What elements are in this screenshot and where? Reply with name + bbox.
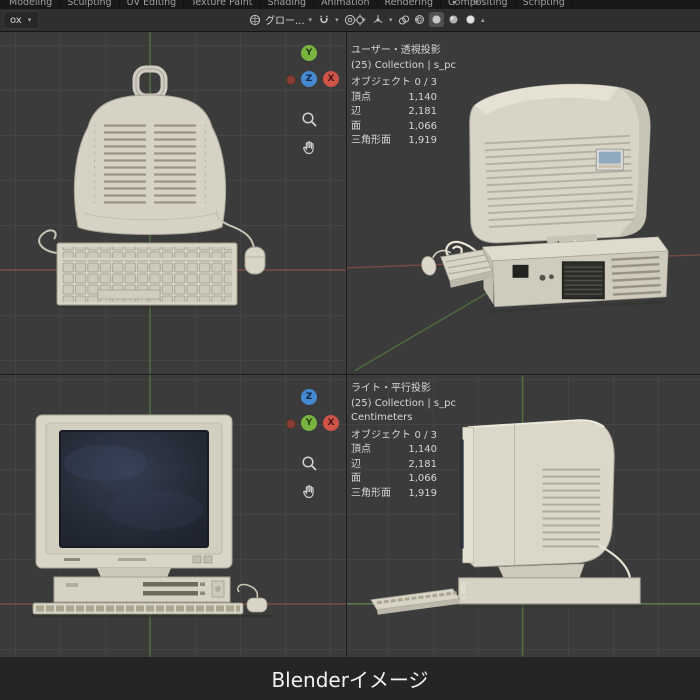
stat-value: 1,140 [408, 444, 437, 455]
tool-dropdown[interactable]: ox ▾ [3, 11, 40, 29]
viewport-top-left[interactable]: Y Z X [0, 31, 346, 374]
stat-label: オブジェクト [351, 429, 411, 441]
chevron-up-icon[interactable]: ▴ [481, 16, 485, 24]
stat-label: オブジェクト [351, 77, 411, 88]
axis-negative-x-handle[interactable] [286, 419, 296, 429]
zoom-icon[interactable] [299, 453, 319, 473]
image-caption: Blenderイメージ [0, 657, 700, 700]
shading-wireframe-icon[interactable] [412, 12, 427, 27]
pan-hand-icon[interactable] [299, 137, 319, 157]
viewport-bottom-right[interactable]: ライト・平行投影 (25) Collection | s_pc Centimet… [347, 375, 700, 657]
transform-orientation-label[interactable]: グロー... [265, 12, 305, 27]
stat-value: 1,919 [408, 135, 437, 146]
axis-x-handle[interactable]: X [323, 71, 339, 87]
view-label: ライト・平行投影 [351, 383, 431, 394]
stat-value: 1,919 [408, 487, 437, 499]
chevron-down-icon[interactable]: ▾ [309, 16, 313, 24]
tab-sculpting[interactable]: Sculpting [60, 0, 120, 9]
stat-value: 1,066 [408, 120, 437, 132]
stat-label: 面 [351, 473, 361, 484]
viewport-header: ox ▾ グロー... ▾ ▾ ▾ ▾ ▴ [0, 9, 700, 32]
chevron-down-icon[interactable]: ▾ [335, 16, 339, 24]
stat-label: 辺 [351, 458, 361, 470]
tab-uv-editing[interactable]: UV Editing [120, 0, 185, 9]
collection-path: (25) Collection | s_pc [351, 397, 456, 409]
units-label: Centimeters [351, 412, 413, 423]
nav-cluster-top-left: Y Z X [278, 45, 340, 157]
blender-window: Modeling Sculpting UV Editing Texture Pa… [0, 0, 700, 700]
workspace-tab-bar: Modeling Sculpting UV Editing Texture Pa… [0, 0, 700, 9]
tabs-overflow-caret[interactable]: ▾ [452, 0, 456, 7]
stat-label: 三角形面 [351, 487, 391, 499]
stat-value: 2,181 [408, 458, 437, 470]
axis-z-handle[interactable]: Z [301, 71, 317, 87]
workspace-tabs: Modeling Sculpting UV Editing Texture Pa… [0, 0, 700, 9]
quad-viewport: Y Z X ユーザー・透視投影 (25) Collection | s_pc オ… [0, 31, 700, 657]
tab-modeling[interactable]: Modeling [2, 0, 61, 9]
scene-stats: オブジェクト 0 / 3 頂点 1,140 辺 2,181 面 1,066 三角形面 1,… [351, 429, 437, 502]
show-gizmo-icon[interactable] [370, 12, 385, 27]
stat-value: 1,066 [408, 473, 437, 484]
axis-z-handle[interactable]: Z [301, 389, 317, 405]
chevron-down-icon: ▾ [27, 16, 32, 24]
axis-negative-x-handle[interactable] [286, 75, 296, 85]
axis-gizmo[interactable]: Z Y X [278, 389, 340, 433]
axis-gizmo[interactable]: Y Z X [278, 45, 340, 89]
stat-label: 三角形面 [351, 135, 391, 146]
viewport-info-bottom-right: ライト・平行投影 (25) Collection | s_pc Centimet… [351, 382, 456, 501]
caption-text: Blenderイメージ [271, 668, 429, 692]
3d-cursor-icon[interactable] [352, 12, 367, 27]
stat-value: 2,181 [408, 106, 437, 117]
pan-hand-icon[interactable] [299, 481, 319, 501]
chevron-down-icon[interactable]: ▾ [389, 16, 393, 24]
viewport-info-top-right: ユーザー・透視投影 (25) Collection | s_pc オブジェクト 0… [351, 44, 456, 149]
transform-orientation-icon[interactable] [247, 12, 262, 27]
show-overlays-icon[interactable] [397, 12, 412, 27]
shading-solid-icon[interactable] [429, 12, 444, 27]
tool-dropdown-value: ox [10, 14, 22, 26]
view-label: ユーザー・透視投影 [351, 45, 441, 56]
viewport-top-right[interactable]: ユーザー・透視投影 (25) Collection | s_pc オブジェクト 0… [347, 31, 700, 374]
tab-animation[interactable]: Animation [314, 0, 378, 9]
stat-value: 0 / 3 [414, 429, 437, 441]
scene-stats: オブジェクト 0 / 3 頂点 1,140 辺 2,181 面 1,066 三角形面 1,… [351, 76, 437, 149]
add-workspace-button[interactable]: + [472, 0, 480, 8]
snap-magnet-icon[interactable] [316, 12, 331, 27]
tab-scripting[interactable]: Scripting [516, 0, 573, 9]
stat-value: 1,140 [408, 91, 437, 103]
stat-label: 辺 [351, 106, 361, 117]
stat-label: 頂点 [351, 91, 371, 103]
viewport-bottom-left[interactable]: Z Y X [0, 375, 346, 657]
overlay-controls-group: ▾ ▾ [352, 9, 420, 30]
shading-mode-group: ▴ [412, 9, 486, 30]
axis-y-handle[interactable]: Y [301, 45, 317, 61]
tab-shading[interactable]: Shading [260, 0, 315, 9]
stat-label: 頂点 [351, 444, 371, 455]
tab-texture-paint[interactable]: Texture Paint [184, 0, 261, 9]
axis-x-handle[interactable]: X [323, 415, 339, 431]
transform-controls-group: グロー... ▾ ▾ ▾ [247, 9, 366, 30]
nav-cluster-bottom-left: Z Y X [278, 389, 340, 501]
collection-path: (25) Collection | s_pc [351, 59, 456, 71]
zoom-icon[interactable] [299, 109, 319, 129]
axis-y-handle[interactable]: Y [301, 415, 317, 431]
shading-rendered-icon[interactable] [463, 12, 478, 27]
stat-label: 面 [351, 120, 361, 132]
tab-rendering[interactable]: Rendering [378, 0, 442, 9]
shading-material-icon[interactable] [446, 12, 461, 27]
stat-value: 0 / 3 [414, 77, 437, 88]
